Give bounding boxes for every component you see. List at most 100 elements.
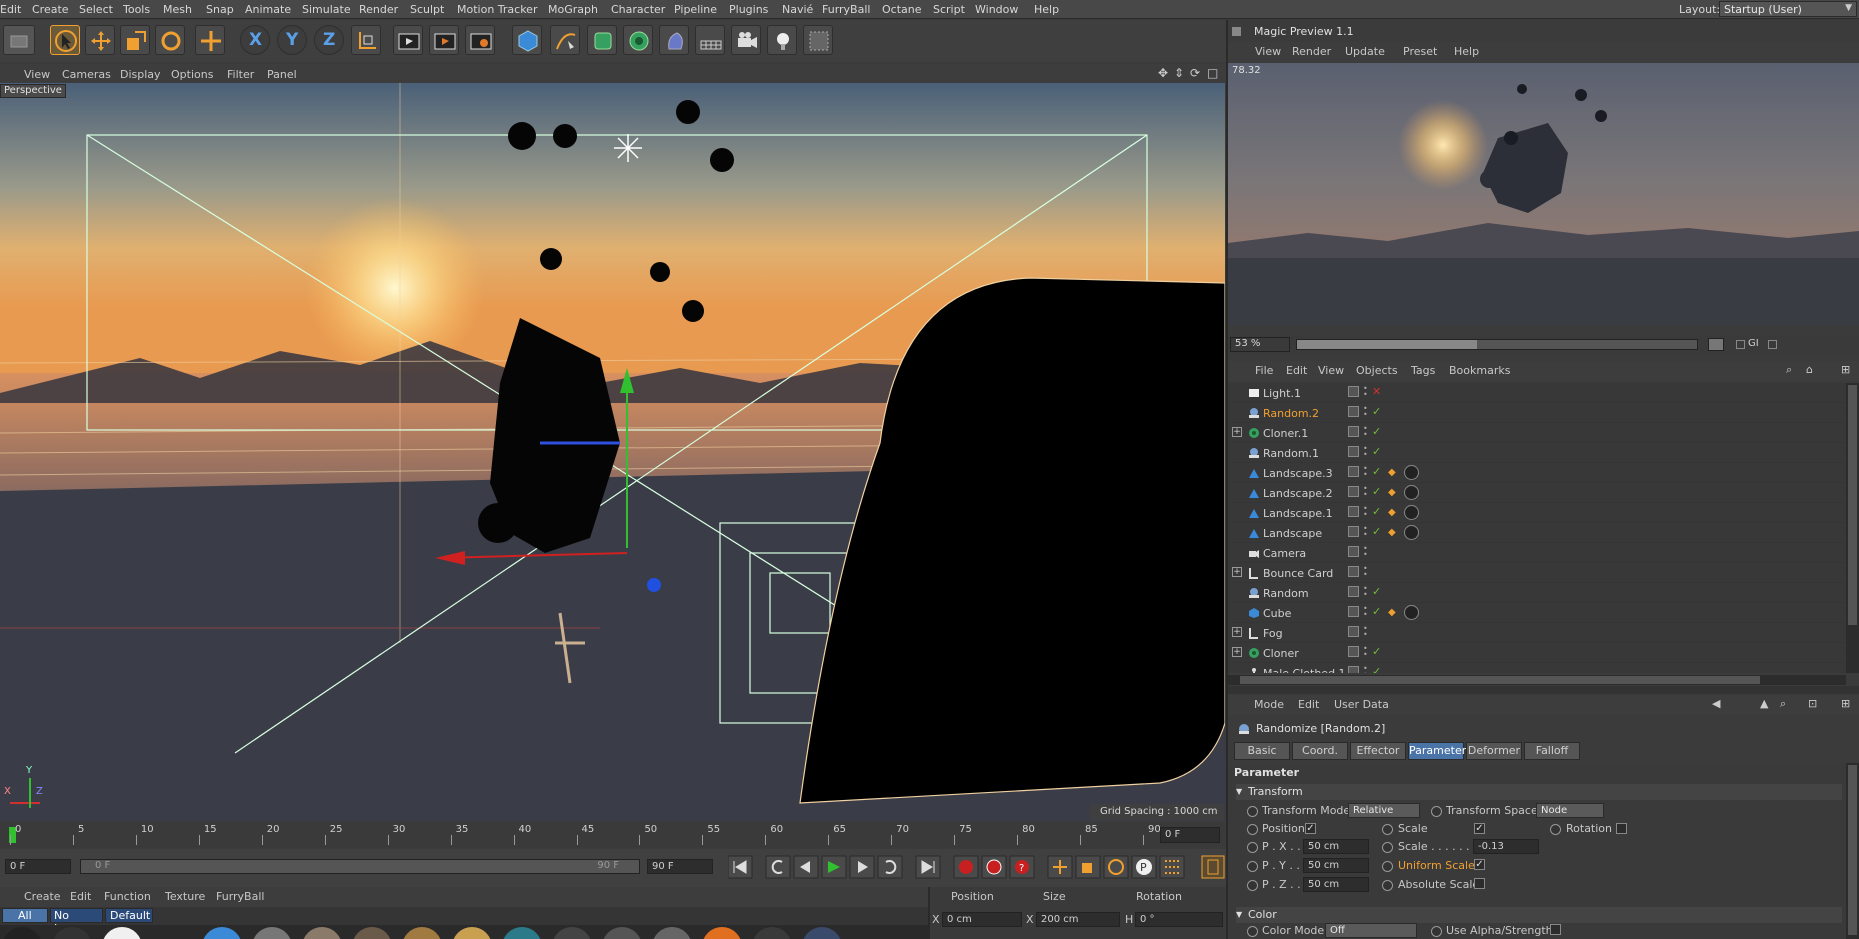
new-panel-icon[interactable]: ⊞ [1841, 363, 1850, 376]
start-frame-field[interactable]: 0 F [5, 859, 71, 874]
material-menu-function[interactable]: Function [104, 890, 151, 903]
menu-pipeline[interactable]: Pipeline [674, 3, 717, 16]
visibility-dots-icon[interactable]: •• [1363, 645, 1368, 659]
material-swatch[interactable] [452, 927, 492, 939]
preview-color-swatch[interactable] [1708, 338, 1724, 351]
key-pla-button[interactable] [1159, 855, 1185, 879]
position-animate-radio[interactable] [1247, 824, 1258, 835]
object-name[interactable]: Cube [1263, 607, 1291, 620]
enabled-check-icon[interactable]: ✓ [1372, 525, 1381, 538]
magic-preview-render[interactable]: 78.32 [1228, 63, 1859, 325]
material-menu-edit[interactable]: Edit [70, 890, 91, 903]
enabled-check-icon[interactable]: ✓ [1372, 425, 1381, 438]
move-tool-button[interactable] [85, 25, 115, 55]
object-name[interactable]: Landscape [1263, 527, 1322, 540]
x-axis-lock-button[interactable]: X [240, 25, 270, 55]
menu-octane[interactable]: Octane [882, 3, 922, 16]
disabled-x-icon[interactable]: ✕ [1372, 385, 1381, 398]
expand-icon[interactable]: + [1232, 427, 1242, 437]
material-tag-icon[interactable] [1404, 465, 1419, 480]
om-menu-bookmarks[interactable]: Bookmarks [1449, 364, 1510, 377]
object-name[interactable]: Camera [1263, 547, 1306, 560]
object-name[interactable]: Male Clothed 1 [1263, 667, 1346, 673]
phong-tag-icon[interactable]: ◆ [1388, 527, 1396, 538]
object-name[interactable]: Cloner [1263, 647, 1299, 660]
visibility-dots-icon[interactable]: •• [1363, 485, 1368, 499]
camera-button[interactable] [731, 25, 761, 55]
expand-icon[interactable]: + [1232, 567, 1242, 577]
enabled-check-icon[interactable]: ✓ [1372, 485, 1381, 498]
key-parameter-button[interactable]: P [1131, 855, 1157, 879]
key-rotation-button[interactable] [1103, 855, 1129, 879]
home-icon[interactable]: ⌂ [1806, 363, 1813, 376]
menu-plugins[interactable]: Plugins [729, 3, 768, 16]
expand-icon[interactable]: + [1232, 647, 1242, 657]
menu-select[interactable]: Select [79, 3, 113, 16]
mp-menu-render[interactable]: Render [1292, 45, 1331, 58]
color-mode-dropdown[interactable]: Off [1325, 923, 1417, 938]
material-menu-create[interactable]: Create [24, 890, 61, 903]
panel-divider[interactable] [1226, 20, 1228, 939]
color-group-header[interactable]: ▼ Color [1236, 907, 1842, 923]
record-button[interactable] [953, 855, 979, 879]
object-name[interactable]: Random.2 [1263, 407, 1319, 420]
material-tag-icon[interactable] [1404, 505, 1419, 520]
layer-icon[interactable] [1348, 586, 1359, 597]
key-position-button[interactable] [1047, 855, 1073, 879]
om-menu-edit[interactable]: Edit [1286, 364, 1307, 377]
subdivision-button[interactable] [587, 25, 617, 55]
use-alpha-checkbox[interactable] [1550, 924, 1561, 935]
material-swatch[interactable] [52, 927, 92, 939]
perspective-viewport[interactable]: Perspective Y X Z Grid Spacing : 1000 cm [0, 83, 1225, 821]
enabled-check-icon[interactable]: ✓ [1372, 605, 1381, 618]
tab-parameter[interactable]: Parameter [1408, 742, 1466, 760]
object-row[interactable]: Cube • • ✓ ◆ [1228, 603, 1846, 623]
viewport-move-icon[interactable]: ✥ [1158, 66, 1168, 80]
live-select-button[interactable] [195, 25, 225, 55]
cloner-button[interactable] [623, 25, 653, 55]
object-row[interactable]: Random • • ✓ [1228, 583, 1846, 603]
y-axis-lock-button[interactable]: Y [277, 25, 307, 55]
go-to-end-button[interactable] [915, 855, 941, 879]
layer-icon[interactable] [1348, 526, 1359, 537]
object-name[interactable]: Landscape.1 [1263, 507, 1333, 520]
use-alpha-animate-radio[interactable] [1431, 926, 1442, 937]
uniform-scale-animate-radio[interactable] [1382, 861, 1393, 872]
absolute-scale-checkbox[interactable] [1474, 878, 1485, 889]
menu-motion-tracker[interactable]: Motion Tracker [457, 3, 537, 16]
om-menu-tags[interactable]: Tags [1411, 364, 1435, 377]
object-row[interactable]: Landscape.2 • • ✓ ◆ [1228, 483, 1846, 503]
pen-spline-button[interactable] [550, 25, 580, 55]
play-button[interactable] [821, 855, 847, 879]
material-swatch[interactable] [752, 927, 792, 939]
object-name[interactable]: Landscape.3 [1263, 467, 1333, 480]
material-tab-default[interactable]: Default [105, 908, 153, 923]
next-key-button[interactable] [877, 855, 903, 879]
hscrollbar-thumb[interactable] [1240, 676, 1760, 684]
enabled-check-icon[interactable]: ✓ [1372, 505, 1381, 518]
uniform-scale-checkbox[interactable]: ✓ [1474, 859, 1485, 870]
layer-icon[interactable] [1348, 406, 1359, 417]
object-list-hscrollbar[interactable] [1228, 675, 1846, 685]
tab-coord[interactable]: Coord. [1292, 742, 1348, 760]
previous-key-button[interactable] [765, 855, 791, 879]
menu-script[interactable]: Script [933, 3, 965, 16]
scale-value-field[interactable]: -0.13 [1473, 839, 1539, 854]
tab-falloff[interactable]: Falloff [1524, 742, 1580, 760]
enabled-check-icon[interactable]: ✓ [1372, 585, 1381, 598]
viewport-rotate-icon[interactable]: ⟳ [1190, 66, 1200, 80]
visibility-dots-icon[interactable]: •• [1363, 525, 1368, 539]
coord-pos-x-field[interactable]: 0 cm [942, 912, 1022, 927]
viewport-menu-view[interactable]: View [24, 68, 50, 81]
position-checkbox[interactable]: ✓ [1305, 823, 1316, 834]
viewport-menu-display[interactable]: Display [120, 68, 161, 81]
enabled-check-icon[interactable]: ✓ [1372, 445, 1381, 458]
mp-menu-help[interactable]: Help [1454, 45, 1479, 58]
layer-icon[interactable] [1348, 466, 1359, 477]
material-swatch[interactable] [2, 927, 42, 939]
unknown-tool-button[interactable] [803, 25, 833, 55]
cube-primitive-button[interactable] [512, 25, 542, 55]
material-menu-texture[interactable]: Texture [165, 890, 205, 903]
px-field[interactable]: 50 cm [1303, 839, 1369, 854]
object-name[interactable]: Light.1 [1263, 387, 1301, 400]
